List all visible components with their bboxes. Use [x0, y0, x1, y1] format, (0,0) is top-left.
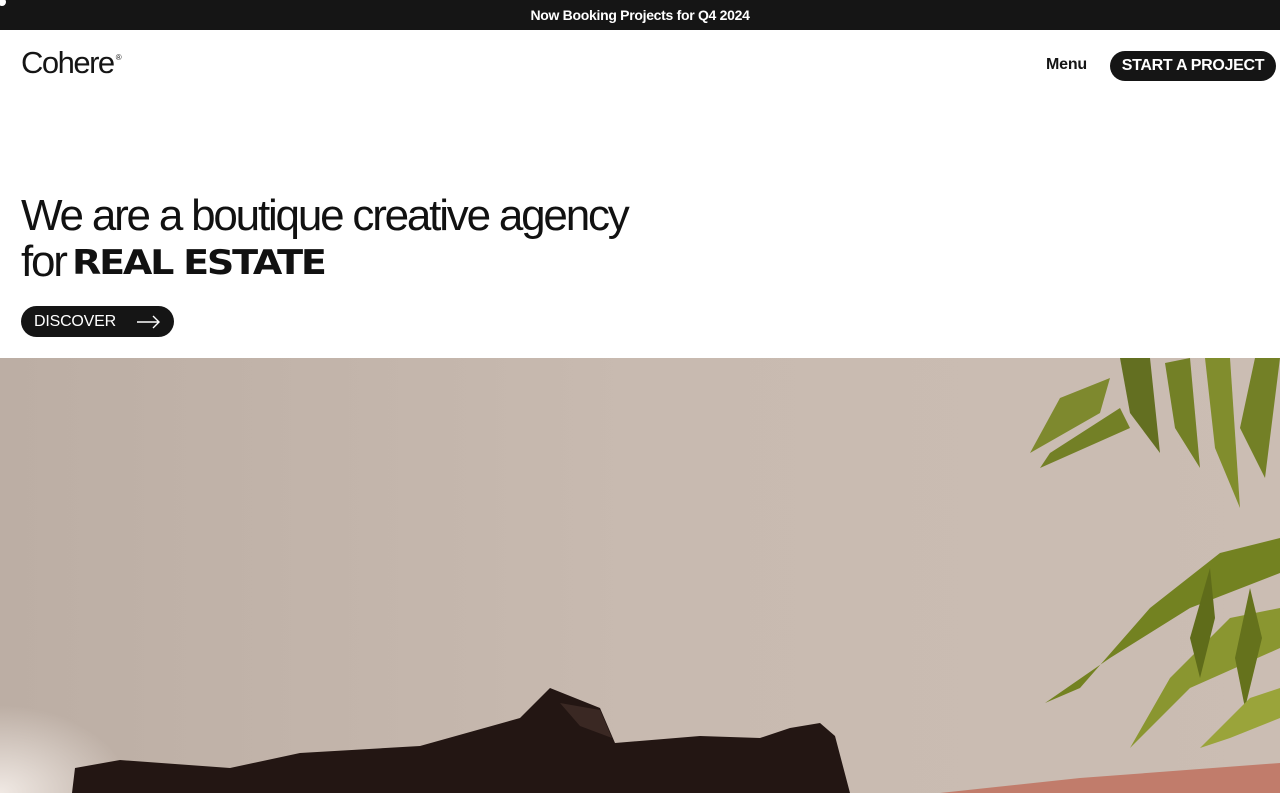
- hero-title-line-1: We are a boutique creative agency: [21, 191, 630, 240]
- discover-label: DISCOVER: [34, 312, 116, 330]
- logo-text: Cohere: [21, 45, 115, 80]
- announcement-text: Now Booking Projects for Q4 2024: [530, 7, 750, 23]
- cursor-dot: [0, 0, 6, 6]
- start-project-label: START A PROJECT: [1121, 57, 1265, 74]
- interior-photo: [0, 358, 1280, 793]
- hero-image: [0, 358, 1280, 793]
- hero-title-prefix: for: [21, 237, 68, 286]
- start-project-button[interactable]: START A PROJECT: [1110, 51, 1276, 81]
- arrow-right-icon: [137, 315, 160, 329]
- hero-title-emphasis: REAL ESTATE: [71, 243, 327, 283]
- discover-button[interactable]: DISCOVER: [21, 306, 174, 337]
- site-header: Cohere ® Menu START A PROJECT: [0, 30, 1280, 102]
- menu-button[interactable]: Menu: [1046, 56, 1087, 74]
- announcement-bar: Now Booking Projects for Q4 2024: [0, 0, 1280, 30]
- registered-mark: ®: [115, 53, 122, 62]
- hero-title: We are a boutique creative agency for REA…: [21, 191, 630, 286]
- hero-title-line-2: for REAL ESTATE: [21, 239, 628, 286]
- logo[interactable]: Cohere ®: [21, 45, 122, 81]
